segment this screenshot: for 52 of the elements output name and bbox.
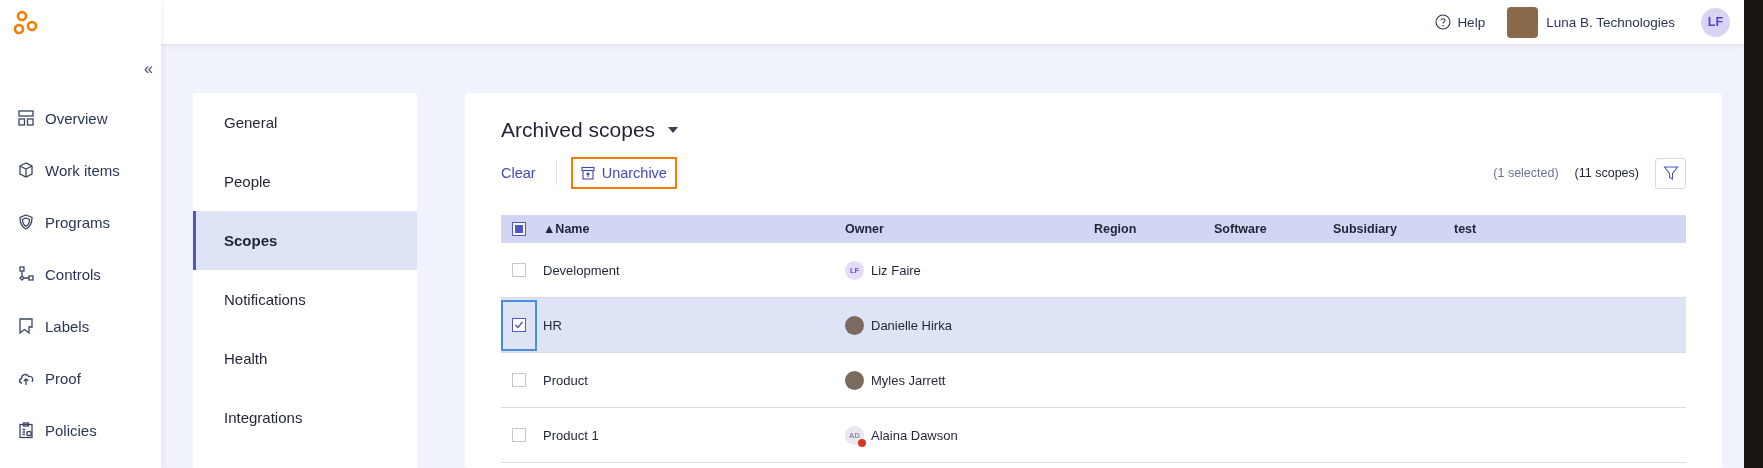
nav-icon bbox=[17, 317, 35, 335]
nav-item[interactable]: Proof bbox=[0, 352, 161, 404]
settings-menu-item[interactable]: General bbox=[193, 93, 417, 152]
blocked-badge-icon bbox=[858, 438, 866, 447]
owner-name: Danielle Hirka bbox=[871, 317, 952, 333]
nav-item[interactable]: Controls bbox=[0, 248, 161, 300]
selected-count: (1 selected) bbox=[1493, 166, 1559, 180]
help-icon bbox=[1435, 14, 1452, 30]
nav-icon bbox=[17, 161, 35, 179]
collapse-button[interactable]: « bbox=[142, 60, 155, 78]
scope-name: Product bbox=[543, 372, 588, 388]
column-header[interactable]: Region bbox=[1094, 222, 1137, 236]
user-avatar[interactable]: LF bbox=[1701, 7, 1730, 37]
settings-menu-item[interactable]: Health bbox=[193, 329, 417, 388]
nav-icon bbox=[17, 421, 35, 439]
column-header[interactable]: test bbox=[1454, 222, 1477, 236]
clear-button[interactable]: Clear bbox=[501, 165, 536, 181]
nav-icon bbox=[17, 109, 35, 127]
owner-name: Myles Jarrett bbox=[871, 372, 946, 388]
settings-menu-item[interactable]: Integrations bbox=[193, 388, 417, 447]
nav-icon bbox=[17, 213, 35, 231]
owner-avatar bbox=[845, 315, 864, 335]
nav-item[interactable]: Overview bbox=[0, 92, 161, 144]
organization-name[interactable]: Luna B. Technologies bbox=[1546, 14, 1675, 30]
owner-avatar bbox=[845, 370, 864, 390]
filter-icon bbox=[1662, 165, 1679, 181]
nav-item[interactable]: Policies bbox=[0, 404, 161, 456]
select-all-checkbox[interactable] bbox=[512, 222, 526, 236]
row-checkbox[interactable] bbox=[512, 318, 526, 332]
owner-name: Liz Faire bbox=[871, 262, 921, 278]
settings-menu-item[interactable]: Notifications bbox=[193, 270, 417, 329]
nav-item[interactable]: Labels bbox=[0, 300, 161, 352]
owner-name: Alaina Dawson bbox=[871, 427, 958, 443]
scope-count: (11 scopes) bbox=[1574, 166, 1639, 180]
settings-menu-item[interactable]: Scopes bbox=[193, 211, 417, 270]
nav-item[interactable]: Programs bbox=[0, 196, 161, 248]
caret-icon[interactable] bbox=[667, 126, 680, 134]
logo-icon bbox=[13, 10, 39, 36]
archive-box-icon bbox=[580, 166, 595, 180]
nav-icon bbox=[17, 265, 35, 283]
panel-title[interactable]: Archived scopes bbox=[501, 118, 656, 142]
nav-item[interactable]: Work items bbox=[0, 144, 161, 196]
settings-menu-item[interactable]: People bbox=[193, 152, 417, 211]
photo-placeholder bbox=[1507, 6, 1539, 38]
unarchive-button[interactable]: Unarchive bbox=[570, 157, 677, 189]
help-link[interactable]: Help bbox=[1435, 14, 1486, 30]
filter-button[interactable] bbox=[1655, 157, 1686, 189]
scope-name: Development bbox=[543, 262, 620, 278]
column-header[interactable]: Owner bbox=[845, 222, 884, 236]
column-header[interactable]: ▲Name bbox=[543, 222, 590, 236]
scope-name: Product 1 bbox=[543, 427, 599, 443]
scope-name: HR bbox=[543, 317, 562, 333]
